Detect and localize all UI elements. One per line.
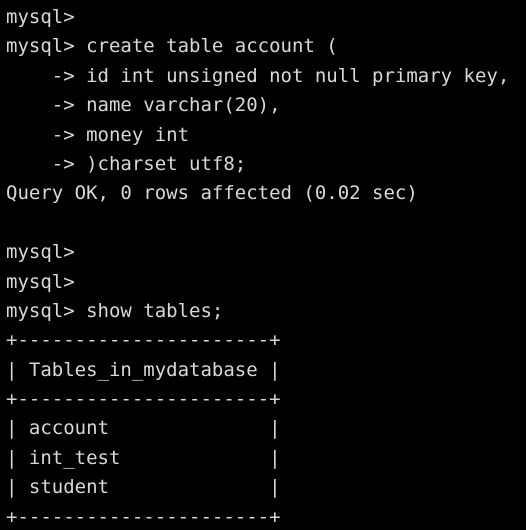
table-row-account: | account | xyxy=(6,417,281,440)
continuation-money: -> money int xyxy=(6,123,190,146)
prompt-empty-2: mysql> xyxy=(6,241,75,264)
table-border-middle: +----------------------+ xyxy=(6,388,281,411)
table-row-student: | student | xyxy=(6,476,281,499)
continuation-name: -> name varchar(20), xyxy=(6,94,281,117)
prompt-empty-3: mysql> xyxy=(6,270,75,293)
continuation-id: -> id int unsigned not null primary key, xyxy=(6,64,510,87)
table-header-row: | Tables_in_mydatabase | xyxy=(6,358,281,381)
prompt-empty-1: mysql> xyxy=(6,6,75,28)
terminal-window[interactable]: mysql> mysql> create table account ( -> i… xyxy=(0,0,526,530)
result-query-ok: Query OK, 0 rows affected (0.02 sec) xyxy=(6,182,418,205)
table-border-bottom: +----------------------+ xyxy=(6,505,281,528)
blank-1 xyxy=(6,209,526,238)
table-border-top: +----------------------+ xyxy=(6,329,281,352)
continuation-charset: -> )charset utf8; xyxy=(6,152,247,175)
table-row-int-test: | int_test | xyxy=(6,446,281,469)
command-show-tables: mysql> show tables; xyxy=(6,299,224,322)
command-create-table: mysql> create table account ( xyxy=(6,35,338,58)
